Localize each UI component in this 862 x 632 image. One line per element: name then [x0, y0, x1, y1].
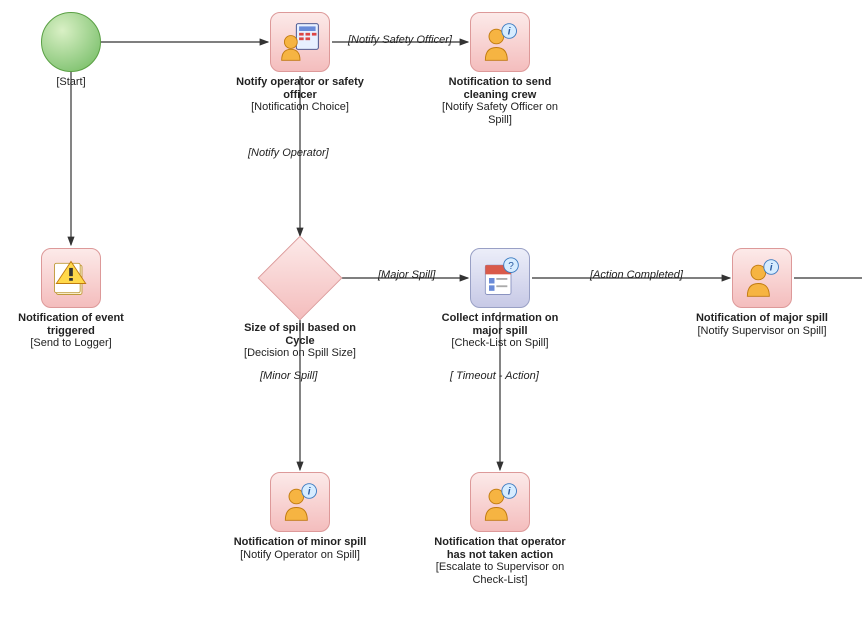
- checklist-icon: ?: [478, 256, 522, 300]
- svg-text:i: i: [308, 487, 311, 498]
- cleaning-crew-node[interactable]: i: [470, 12, 530, 72]
- cleaning-crew-label: Notification to send cleaning crew [Noti…: [430, 76, 570, 127]
- svg-text:i: i: [508, 487, 511, 498]
- major-spill-node[interactable]: i: [732, 248, 792, 308]
- major-spill-sub: [Notify Supervisor on Spill]: [692, 325, 832, 338]
- minor-spill-sub: [Notify Operator on Spill]: [230, 549, 370, 562]
- collect-info-label: Collect information on major spill [Chec…: [430, 312, 570, 350]
- event-triggered-sub: [Send to Logger]: [1, 337, 141, 350]
- notify-officer-title: Notify operator or safety officer: [230, 76, 370, 101]
- not-taken-action-title: Notification that operator has not taken…: [430, 536, 570, 561]
- spill-size-title: Size of spill based on Cycle: [230, 322, 370, 347]
- start-sub: [Start]: [1, 76, 141, 89]
- minor-spill-title: Notification of minor spill: [230, 536, 370, 549]
- spill-size-sub: [Decision on Spill Size]: [230, 347, 370, 360]
- person-info-icon: i: [478, 20, 522, 64]
- cleaning-crew-sub: [Notify Safety Officer on Spill]: [430, 101, 570, 126]
- workflow-diagram: [Start] Notify operator or safety office…: [0, 0, 862, 632]
- person-info-icon: i: [478, 480, 522, 524]
- start-node[interactable]: [41, 12, 101, 72]
- notify-officer-node[interactable]: [270, 12, 330, 72]
- edge-label-notify-operator: [Notify Operator]: [248, 147, 329, 159]
- edge-label-minor-spill: [Minor Spill]: [260, 370, 317, 382]
- event-triggered-node[interactable]: [41, 248, 101, 308]
- notify-officer-icon: [278, 20, 322, 64]
- collect-info-node[interactable]: ?: [470, 248, 530, 308]
- minor-spill-label: Notification of minor spill [Notify Oper…: [230, 536, 370, 561]
- edge-label-major-spill: [Major Spill]: [378, 269, 435, 281]
- svg-text:i: i: [508, 27, 511, 38]
- person-info-icon: i: [278, 480, 322, 524]
- edge-label-timeout-action: [ Timeout - Action]: [450, 370, 539, 382]
- minor-spill-node[interactable]: i: [270, 472, 330, 532]
- major-spill-label: Notification of major spill [Notify Supe…: [692, 312, 832, 337]
- spill-size-label: Size of spill based on Cycle [Decision o…: [230, 322, 370, 360]
- event-triggered-title: Notification of event triggered: [1, 312, 141, 337]
- svg-text:i: i: [770, 263, 773, 274]
- notify-officer-label: Notify operator or safety officer [Notif…: [230, 76, 370, 114]
- collect-info-sub: [Check-List on Spill]: [430, 337, 570, 350]
- person-info-icon: i: [740, 256, 784, 300]
- notify-officer-sub: [Notification Choice]: [230, 101, 370, 114]
- not-taken-action-node[interactable]: i: [470, 472, 530, 532]
- notepad-warning-icon: [49, 256, 93, 300]
- event-triggered-label: Notification of event triggered [Send to…: [1, 312, 141, 350]
- not-taken-action-sub: [Escalate to Supervisor on Check-List]: [430, 561, 570, 586]
- spill-size-decision-node[interactable]: [258, 236, 343, 321]
- major-spill-title: Notification of major spill: [692, 312, 832, 325]
- start-label: [Start]: [1, 76, 141, 89]
- svg-text:?: ?: [508, 261, 514, 272]
- edge-label-action-completed: [Action Completed]: [590, 269, 683, 281]
- edge-label-notify-safety-officer: [Notify Safety Officer]: [348, 34, 452, 46]
- not-taken-action-label: Notification that operator has not taken…: [430, 536, 570, 587]
- collect-info-title: Collect information on major spill: [430, 312, 570, 337]
- cleaning-crew-title: Notification to send cleaning crew: [430, 76, 570, 101]
